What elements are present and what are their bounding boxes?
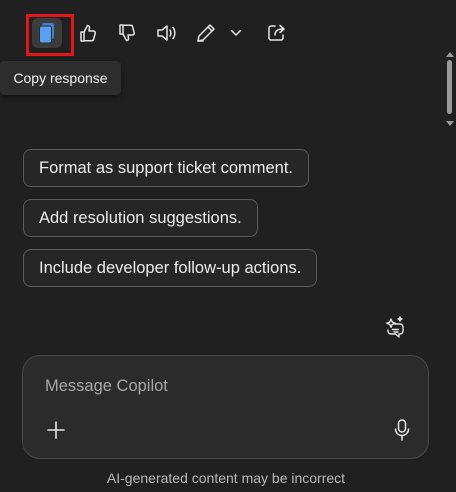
- suggestion-chip[interactable]: Include developer follow-up actions.: [23, 249, 318, 287]
- new-topic-button[interactable]: [380, 313, 408, 341]
- share-button[interactable]: [262, 18, 292, 48]
- suggestion-chip[interactable]: Format as support ticket comment.: [23, 149, 310, 187]
- copy-response-tooltip: Copy response: [0, 61, 121, 95]
- share-icon: [268, 24, 285, 41]
- scroll-down-arrow[interactable]: [446, 121, 454, 126]
- copy-response-button[interactable]: [32, 18, 62, 48]
- sparkle-chat-icon: [386, 316, 404, 338]
- message-composer: [22, 355, 429, 459]
- chevron-down-icon: [230, 29, 242, 36]
- scroll-thumb[interactable]: [447, 60, 452, 114]
- message-input[interactable]: [43, 374, 377, 398]
- edit-button[interactable]: [191, 18, 221, 48]
- edit-options-dropdown[interactable]: [223, 18, 249, 48]
- speaker-icon: [157, 25, 176, 41]
- response-toolbar: [0, 0, 440, 66]
- thumbs-down-button[interactable]: [112, 18, 142, 48]
- scrollbar[interactable]: [444, 50, 456, 128]
- pen-icon: [197, 24, 215, 42]
- suggestion-chip[interactable]: Add resolution suggestions.: [23, 199, 258, 237]
- thumbs-up-button[interactable]: [73, 18, 103, 48]
- plus-icon: [47, 421, 65, 439]
- copy-icon: [39, 23, 54, 44]
- scroll-up-arrow[interactable]: [446, 52, 454, 57]
- thumbs-down-icon: [119, 24, 136, 42]
- voice-input-button[interactable]: [389, 416, 415, 444]
- microphone-icon: [394, 419, 410, 441]
- disclaimer-text: AI-generated content may be incorrect: [106, 470, 346, 486]
- add-attachment-button[interactable]: [43, 417, 69, 443]
- read-aloud-button[interactable]: [152, 18, 182, 48]
- thumbs-up-icon: [80, 24, 97, 42]
